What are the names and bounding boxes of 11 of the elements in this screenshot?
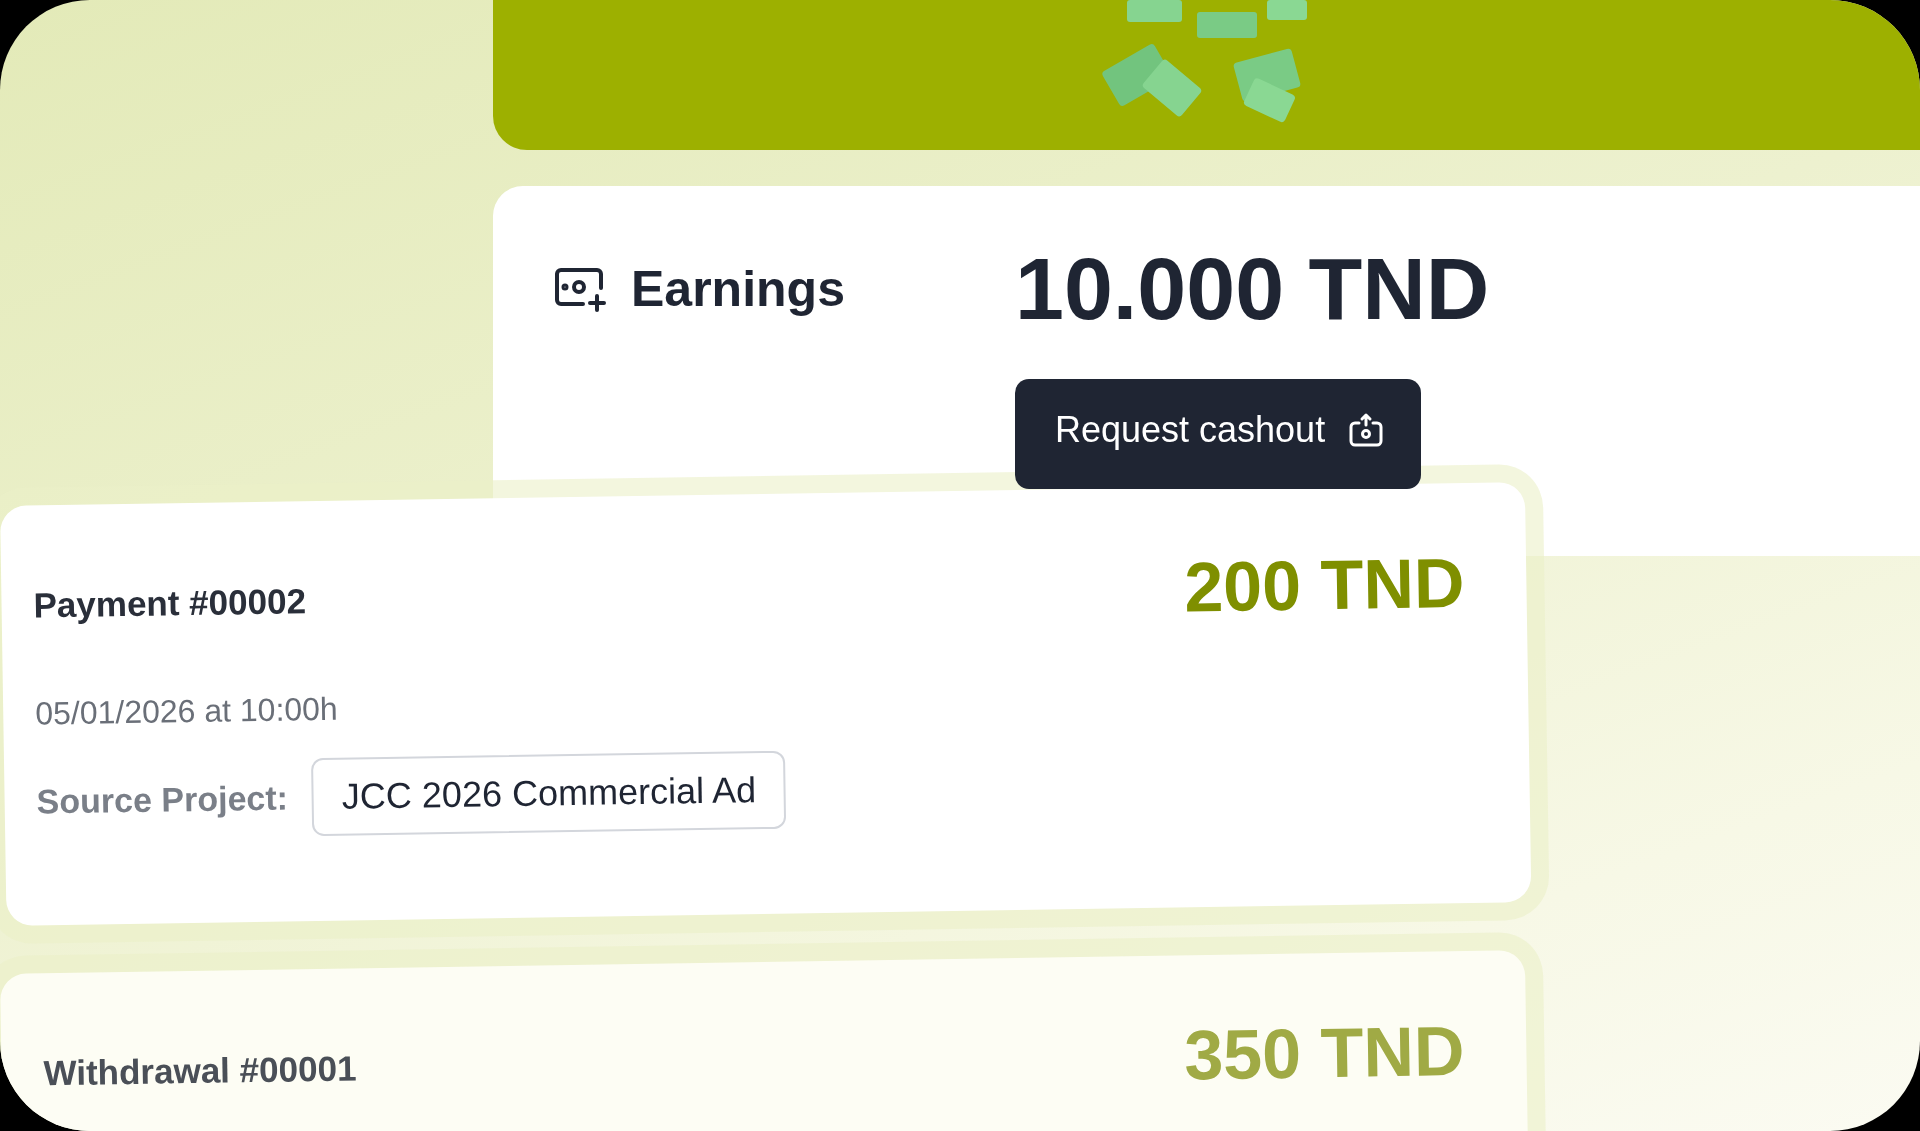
transaction-title: Withdrawal #00001 (43, 1048, 357, 1094)
earnings-label: Earnings (631, 259, 845, 318)
transaction-amount: 350 TND (1183, 1011, 1465, 1096)
request-cashout-button[interactable]: Request cashout (1014, 379, 1422, 490)
source-project-tag: JCC 2026 Commercial Ad (311, 750, 787, 837)
source-project-label: Source Project: (36, 778, 289, 821)
transaction-title: Payment #00002 (33, 581, 307, 626)
earnings-amount: 10.000 TND (1014, 238, 1490, 340)
transaction-date: 05/01/2026 at 10:00h (35, 689, 339, 733)
upload-icon (1347, 411, 1386, 450)
transaction-amount: 200 TND (1183, 543, 1465, 628)
